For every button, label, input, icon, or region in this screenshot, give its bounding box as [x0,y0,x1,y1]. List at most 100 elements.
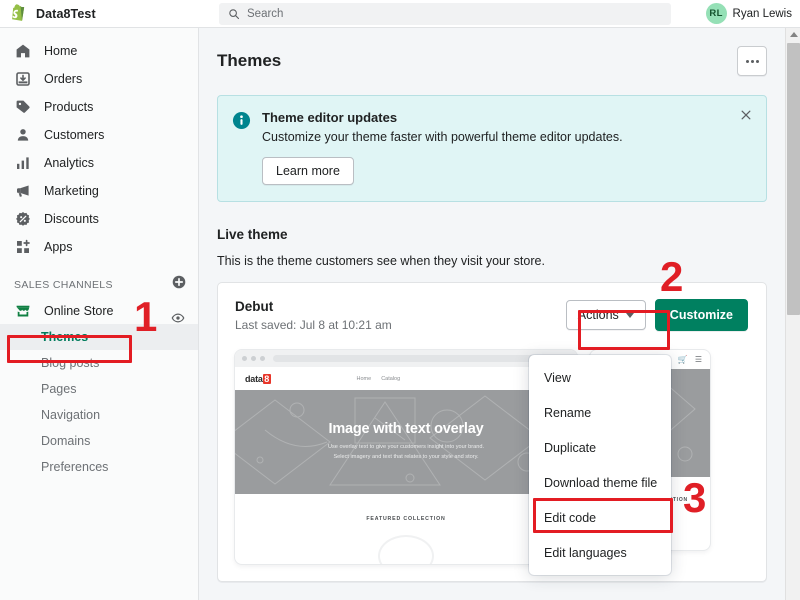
menu-item-view[interactable]: View [529,360,671,395]
preview-hero: Image with text overlay Use overlay text… [235,390,577,494]
actions-button-label: Actions [577,308,619,322]
sidebar-subitem-label: Blog posts [41,356,100,370]
person-icon [14,127,31,144]
sidebar-item-products[interactable]: Products [0,93,198,121]
user-menu[interactable]: RL Ryan Lewis [705,3,792,24]
menu-item-duplicate[interactable]: Duplicate [529,430,671,465]
sidebar-item-blog-posts[interactable]: Blog posts [0,350,198,376]
banner-text: Customize your theme faster with powerfu… [262,130,623,144]
browser-url-bar [273,355,570,362]
storefront-icon [14,303,31,320]
sidebar-item-label: Discounts [44,212,99,226]
browser-dot-icon [260,356,265,361]
browser-dot-icon [242,356,247,361]
preview-featured-label: FEATURED COLLECTION [366,516,446,522]
shopify-logo [0,4,36,23]
preview-hero-title: Image with text overlay [328,421,484,438]
sidebar-item-label: Apps [44,240,73,254]
sidebar-subitem-label: Preferences [41,460,109,474]
actions-button[interactable]: Actions [565,300,646,330]
store-name: Data8Test [36,6,96,21]
sidebar-item-online-store[interactable]: Online Store [0,298,198,324]
page-header: Themes [217,46,767,76]
theme-name: Debut [235,299,274,314]
discount-badge-icon [14,211,31,228]
sidebar-subitem-label: Themes [41,330,89,344]
more-actions-button[interactable] [737,46,767,76]
banner-title: Theme editor updates [262,110,398,125]
sidebar-item-navigation[interactable]: Navigation [0,402,198,428]
menu-item-rename[interactable]: Rename [529,395,671,430]
user-name: Ryan Lewis [732,7,792,20]
menu-item-label: Edit code [544,510,597,525]
menu-item-edit-languages[interactable]: Edit languages [529,535,671,570]
info-circle-icon [232,111,251,130]
tag-icon [14,99,31,116]
sidebar-item-discounts[interactable]: Discounts [0,205,198,233]
sidebar-item-domains[interactable]: Domains [0,428,198,454]
bar-chart-icon [14,155,31,172]
scrollbar-thumb[interactable] [787,43,800,315]
sidebar-item-customers[interactable]: Customers [0,121,198,149]
sidebar-item-label: Orders [44,72,83,86]
menu-item-label: Rename [544,405,592,420]
ellipsis-icon [745,59,759,63]
sidebar-item-home[interactable]: Home [0,37,198,65]
apps-grid-plus-icon [14,239,31,256]
desktop-preview[interactable]: data8 Home Catalog ⚲ [235,350,577,564]
sidebar-item-preferences[interactable]: Preferences [0,454,198,480]
preview-nav-link: Home [356,375,372,382]
live-theme-heading: Live theme [217,227,288,242]
learn-more-button[interactable]: Learn more [262,157,354,185]
customize-button[interactable]: Customize [654,299,748,331]
preview-product-placeholder [378,535,434,564]
sidebar-subitem-label: Navigation [41,408,101,422]
live-theme-card: Debut Last saved: Jul 8 at 10:21 am Acti… [217,282,767,582]
menu-item-download-theme-file[interactable]: Download theme file [529,465,671,500]
scroll-up-arrow-icon[interactable] [786,28,800,42]
sidebar-subitem-label: Pages [41,382,77,396]
sidebar-item-orders[interactable]: Orders [0,65,198,93]
menu-item-label: View [544,370,571,385]
menu-item-edit-code[interactable]: Edit code [529,500,671,535]
sidebar-item-apps[interactable]: Apps [0,233,198,261]
live-theme-description: This is the theme customers see when the… [217,254,545,268]
sidebar-item-analytics[interactable]: Analytics [0,149,198,177]
main-scrollbar[interactable] [785,28,800,600]
theme-card-header: Debut Last saved: Jul 8 at 10:21 am Acti… [235,299,748,332]
eye-icon [171,313,185,323]
menu-item-label: Edit languages [544,545,627,560]
sidebar: Home Orders Products Customers Analytics… [0,28,199,600]
theme-card-actions: Actions Customize [565,299,748,331]
orders-inbox-icon [14,71,31,88]
menu-item-label: Download theme file [544,475,658,490]
sidebar-item-marketing[interactable]: Marketing [0,177,198,205]
preview-nav-link: Catalog [381,375,401,382]
sidebar-item-pages[interactable]: Pages [0,376,198,402]
theme-last-saved: Last saved: Jul 8 at 10:21 am [235,318,392,332]
shopify-bag-icon [11,4,24,21]
shopify-admin-window: Data8Test Search RL Ryan Lewis Home Orde… [0,0,800,600]
sidebar-subitem-label: Domains [41,434,91,448]
page-title: Themes [217,51,282,70]
home-icon [14,43,31,60]
cart-icon: 🛒 [677,355,688,364]
actions-dropdown-menu: View Rename Duplicate Download theme fil… [529,355,671,575]
close-icon[interactable] [739,108,753,122]
theme-previews: data8 Home Catalog ⚲ [235,350,748,564]
sales-channels-title: SALES CHANNELS [14,278,113,291]
add-sales-channel-button[interactable] [172,275,186,294]
top-bar: Data8Test Search RL Ryan Lewis [0,0,800,28]
sidebar-item-label: Products [44,100,94,114]
global-search-input[interactable]: Search [219,3,671,25]
preview-site-nav: Home Catalog [357,376,401,382]
sidebar-item-themes[interactable]: Themes [0,324,198,350]
sales-channels-header: SALES CHANNELS [0,261,198,298]
preview-hero-subtitle: Use overlay text to give your customers … [327,444,485,460]
theme-editor-updates-banner: Theme editor updates Customize your them… [217,95,767,202]
preview-site-logo: data 8 [245,373,271,384]
preview-site-header: data8 Home Catalog ⚲ [235,367,577,390]
search-placeholder: Search [247,8,284,20]
browser-chrome-bar [235,350,577,367]
megaphone-icon [14,183,31,200]
